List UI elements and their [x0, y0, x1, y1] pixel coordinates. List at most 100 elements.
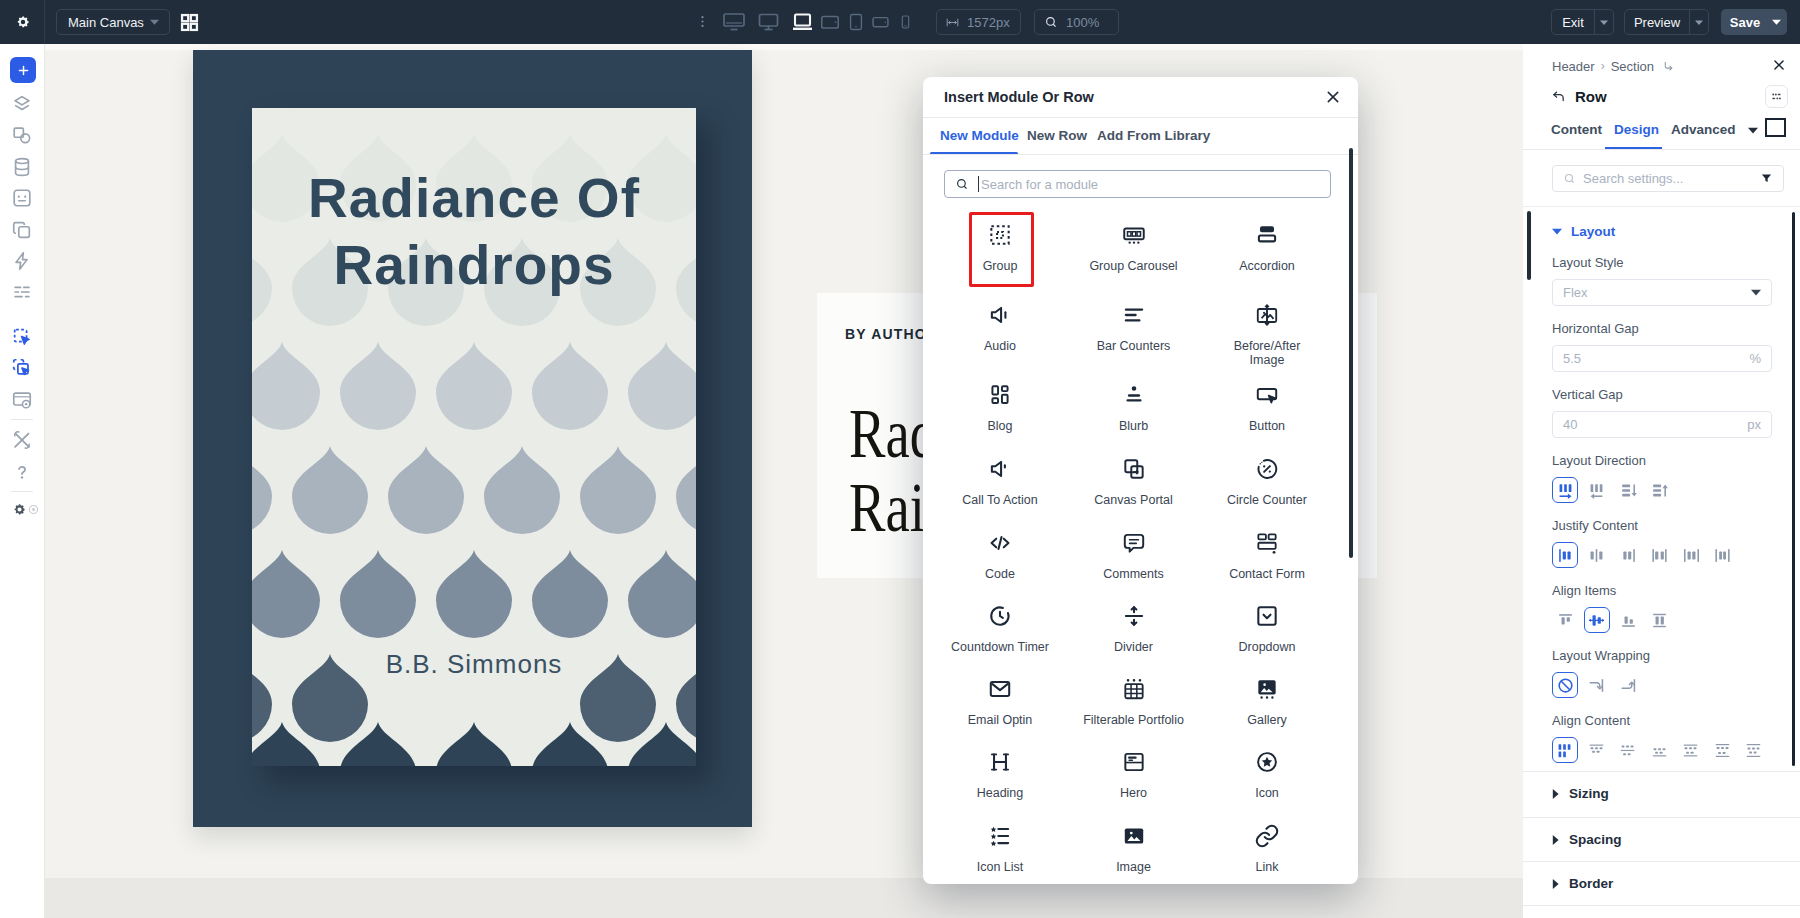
option-justify-around[interactable] [1678, 542, 1704, 568]
option-align-stretch[interactable] [1647, 607, 1673, 633]
module-item-accordion[interactable]: Accordion [1201, 222, 1333, 273]
panel-left-scrollbar[interactable] [1527, 211, 1531, 280]
setting-input-vertical-gap[interactable]: 40px [1552, 411, 1772, 438]
layout-section-header[interactable]: Layout [1552, 206, 1772, 240]
collapsed-section-sizing[interactable]: Sizing [1523, 771, 1800, 815]
breadcrumb-section[interactable]: Section [1611, 59, 1654, 74]
copy-icon[interactable] [11, 219, 33, 241]
option-justify-evenly[interactable] [1710, 542, 1736, 568]
list-lines-icon[interactable] [11, 281, 33, 303]
option-ac-around[interactable] [1709, 737, 1735, 763]
module-item-image[interactable]: Image [1068, 823, 1200, 874]
preview-dropdown-button[interactable] [1690, 20, 1708, 25]
option-dir-col-reverse[interactable] [1647, 477, 1673, 503]
module-search-field[interactable]: Search for a module [944, 170, 1331, 198]
option-dir-col[interactable] [1615, 477, 1641, 503]
device-tablet-landscape[interactable] [819, 10, 841, 34]
multi-select-icon[interactable] [11, 357, 33, 379]
device-phone-landscape[interactable] [870, 10, 891, 34]
database-icon[interactable] [11, 156, 33, 178]
option-justify-between[interactable] [1647, 542, 1673, 568]
option-justify-end[interactable] [1615, 542, 1641, 568]
option-ac-end[interactable] [1646, 737, 1672, 763]
module-item-heading[interactable]: Heading [934, 749, 1066, 800]
module-item-gallery[interactable]: Gallery [1201, 676, 1333, 727]
canvas-width-box[interactable]: 1572px [936, 9, 1021, 35]
panel-tab-design[interactable]: Design [1614, 122, 1659, 137]
circle-toggle-icon[interactable] [27, 503, 40, 516]
settings-search-field[interactable]: Search settings... [1552, 165, 1784, 192]
add-element-button[interactable] [10, 57, 36, 83]
save-dropdown-button[interactable] [1769, 19, 1787, 25]
select-cursor-icon[interactable] [11, 326, 33, 348]
modal-scrollbar[interactable] [1349, 148, 1353, 558]
device-phone[interactable] [897, 10, 914, 34]
help-icon[interactable] [11, 461, 33, 483]
option-wrap-reverse[interactable] [1615, 672, 1641, 698]
module-item-contact-form[interactable]: Contact Form [1201, 530, 1333, 581]
tools-icon[interactable] [11, 429, 33, 451]
module-item-icon-list[interactable]: Icon List [934, 823, 1066, 874]
modal-tab-new-module[interactable]: New Module [940, 128, 1019, 143]
shapes-icon[interactable] [11, 124, 33, 146]
option-dir-row[interactable] [1552, 477, 1578, 503]
form-card-icon[interactable] [11, 187, 33, 209]
exit-dropdown-button[interactable] [1595, 20, 1613, 25]
modal-tab-new-row[interactable]: New Row [1027, 128, 1087, 143]
window-eye-icon[interactable] [11, 389, 33, 411]
module-item-link[interactable]: Link [1201, 823, 1333, 874]
module-item-blurb[interactable]: Blurb [1068, 382, 1200, 433]
module-item-bar-counters[interactable]: Bar Counters [1068, 302, 1200, 353]
module-item-button[interactable]: Button [1201, 382, 1333, 433]
panel-dock-button[interactable] [1765, 85, 1788, 108]
module-item-comments[interactable]: Comments [1068, 530, 1200, 581]
option-justify-start[interactable] [1552, 542, 1578, 568]
option-wrap[interactable] [1584, 672, 1610, 698]
option-align-end[interactable] [1615, 607, 1641, 633]
device-tablet[interactable] [846, 10, 866, 34]
option-dir-row-reverse[interactable] [1584, 477, 1610, 503]
collapsed-section-border[interactable]: Border [1523, 861, 1800, 905]
panel-close-icon[interactable] [1772, 58, 1786, 72]
option-align-start[interactable] [1552, 607, 1578, 633]
setting-select-layout-style[interactable]: Flex [1552, 279, 1772, 306]
module-item-group-carousel[interactable]: Group Carousel [1068, 222, 1200, 273]
panel-tab-advanced[interactable]: Advanced [1671, 122, 1736, 137]
zoom-box[interactable]: 100% [1034, 9, 1119, 35]
module-item-icon[interactable]: Icon [1201, 749, 1333, 800]
filter-funnel-icon[interactable] [1760, 172, 1773, 185]
module-item-call-to-action[interactable]: Call To Action [934, 456, 1066, 507]
option-ac-evenly[interactable] [1741, 737, 1767, 763]
modal-tab-add-from-library[interactable]: Add From Library [1097, 128, 1210, 143]
device-laptop-active[interactable] [790, 10, 815, 34]
more-options-kebab-icon[interactable] [695, 14, 710, 29]
option-ac-start[interactable] [1583, 737, 1609, 763]
module-item-filterable-portfolio[interactable]: Filterable Portfolio [1068, 676, 1200, 727]
setting-input-horizontal-gap[interactable]: 5.5% [1552, 345, 1772, 372]
module-item-countdown-timer[interactable]: Countdown Timer [934, 603, 1066, 654]
preview-square-icon[interactable] [1765, 118, 1786, 137]
device-desktop[interactable] [756, 10, 781, 34]
option-justify-center[interactable] [1584, 542, 1610, 568]
layers-icon[interactable] [11, 93, 33, 115]
canvas-selector[interactable]: Main Canvas [56, 9, 170, 35]
device-desktop-xl[interactable] [720, 10, 748, 34]
gear-small-icon[interactable] [13, 503, 26, 516]
option-align-center[interactable] [1584, 607, 1610, 633]
builder-settings-gear-icon[interactable] [16, 15, 30, 29]
module-item-hero[interactable]: Hero [1068, 749, 1200, 800]
book-cover-image-module[interactable]: Radiance Of Raindrops B.B. Simmons [193, 50, 752, 827]
back-arrow-icon[interactable] [1551, 89, 1566, 104]
panel-tab-content[interactable]: Content [1551, 122, 1602, 137]
save-button[interactable]: Save [1721, 15, 1769, 30]
modal-close-icon[interactable] [1325, 89, 1341, 105]
module-item-canvas-portal[interactable]: Canvas Portal [1068, 456, 1200, 507]
option-ac-stretch[interactable] [1552, 737, 1578, 763]
option-wrap-none[interactable] [1552, 672, 1578, 698]
exit-button[interactable]: Exit [1552, 15, 1594, 30]
collapsed-section-spacing[interactable]: Spacing [1523, 817, 1800, 861]
option-ac-between[interactable] [1678, 737, 1704, 763]
module-item-code[interactable]: Code [934, 530, 1066, 581]
breadcrumb-header[interactable]: Header [1552, 59, 1595, 74]
preview-button[interactable]: Preview [1625, 15, 1689, 30]
